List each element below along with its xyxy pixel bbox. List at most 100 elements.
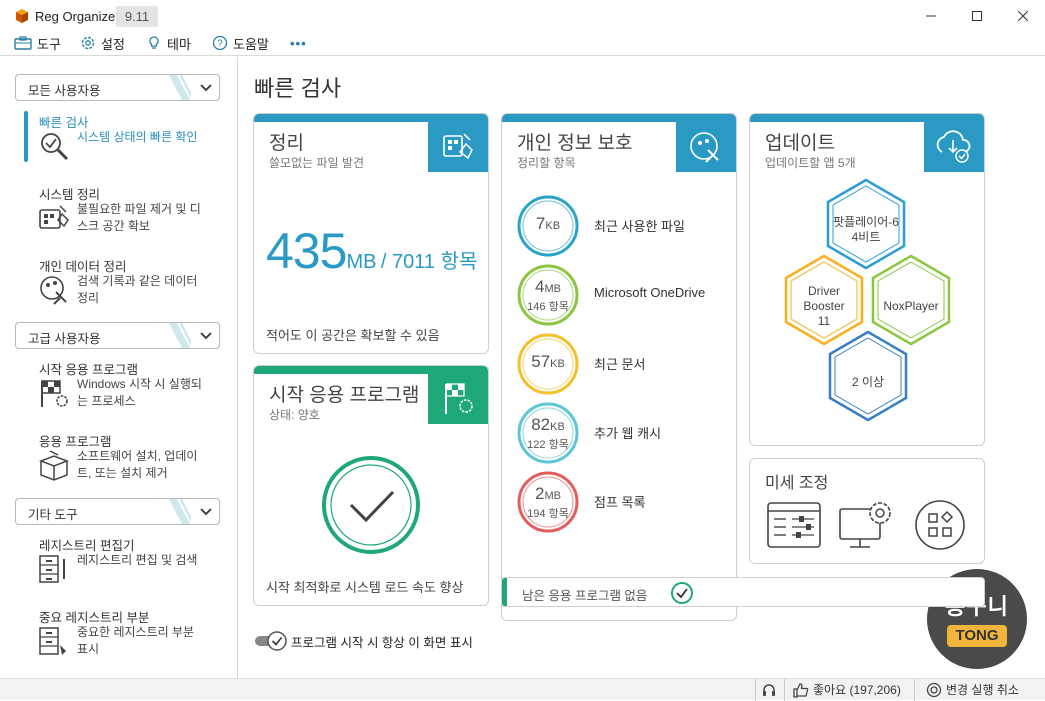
stripes-decoration — [169, 323, 191, 348]
sidebar-group-advanced[interactable]: 고급 사용자용 — [15, 322, 220, 349]
stripes-decoration — [169, 499, 191, 524]
sidebar-item-system-cleanup[interactable]: 시스템 정리 불필요한 파일 제거 및 디스크 공간 확보 — [24, 184, 224, 244]
remaining-apps-bar[interactable]: 남은 응용 프로그램 없음 — [501, 577, 985, 607]
cleanup-unit: MB — [346, 251, 377, 273]
sidebar-item-quick-scan[interactable]: 빠른 검사 시스템 상태의 빠른 확인 — [24, 112, 224, 172]
privacy-row[interactable]: 82KB 122 항목 추가 웹 캐시 — [516, 401, 736, 465]
menu-help-label: 도움말 — [233, 36, 269, 52]
size-number: 57 — [531, 352, 551, 371]
sidebar-item-private-data[interactable]: 개인 데이터 정리 검색 기록과 같은 데이터 정리 — [24, 256, 224, 316]
size-value: 2MB — [516, 484, 580, 504]
size-value: 7KB — [516, 214, 580, 234]
size-unit: MB — [544, 490, 561, 502]
updates-card[interactable]: 업데이트 업데이트할 앱 5개 팟플레이어-6 4비트 Driver Booster… — [749, 113, 985, 446]
privacy-row-label: 추가 웹 캐시 — [594, 426, 662, 441]
computer-gear-icon[interactable] — [838, 497, 898, 553]
chevron-down-icon — [200, 332, 212, 340]
minimize-button[interactable] — [908, 0, 954, 32]
menu-settings[interactable]: 설정 — [80, 32, 125, 54]
app-title: Reg Organizer — [35, 9, 120, 24]
box-uninstall-icon — [38, 449, 70, 481]
finetune-card[interactable]: 미세 조정 — [749, 458, 985, 564]
privacy-row[interactable]: 7KB 최근 사용한 파일 — [516, 194, 736, 258]
sidebar-item-desc: 검색 기록과 같은 데이터 정리 — [77, 274, 198, 305]
cleanup-card[interactable]: 정리 쓸모없는 파일 발견 435MB / 7011 항목 적어도 이 공간은 … — [253, 113, 489, 354]
item-count: 122 항목 — [527, 439, 569, 451]
main-panel: 빠른 검사 정리 쓸모없는 파일 발견 435MB / 7011 항목 적어도 … — [239, 57, 1045, 678]
item-count: 146 항목 — [527, 301, 569, 313]
sidebar-item-desc: 시스템 상태의 빠른 확인 — [77, 130, 198, 144]
undo-changes-button[interactable]: 변경 실행 취소 — [926, 681, 1019, 698]
more-menu-button[interactable]: ••• — [290, 32, 307, 54]
disk-broom-badge-icon — [428, 122, 488, 172]
chevron-down-icon — [200, 84, 212, 92]
menu-theme-label: 테마 — [167, 36, 191, 52]
menu-help[interactable]: ? 도움말 — [212, 32, 269, 54]
maximize-button[interactable] — [954, 0, 1000, 32]
card-title: 시작 응용 프로그램 — [269, 385, 420, 406]
card-title: 정리 — [269, 133, 304, 154]
privacy-row[interactable]: 2MB 194 항목 점프 목록 — [516, 470, 736, 534]
card-subtitle: 상태: 양호 — [269, 408, 320, 422]
card-accent-bar — [254, 114, 488, 122]
hex-app-label: 팟플레이어-6 4비트 — [816, 215, 916, 245]
card-accent-bar — [502, 114, 736, 122]
stripes-decoration — [169, 75, 191, 100]
hex-app-label: NoxPlayer — [871, 299, 951, 314]
title-bar: Reg Organizer 9.11 — [0, 0, 1045, 32]
registry-pin-icon — [38, 625, 70, 657]
menu-tools[interactable]: 도구 — [14, 32, 61, 54]
hex-app-line: 2 이상 — [851, 375, 885, 389]
like-button[interactable]: 좋아요 (197,206) — [793, 681, 901, 698]
privacy-row[interactable]: 4MB 146 항목 Microsoft OneDrive — [516, 263, 736, 327]
sidebar: 모든 사용자용 빠른 검사 시스템 상태의 빠른 확인 시스템 정리 불필요한 … — [0, 57, 238, 678]
sidebar-item-desc: 중요한 레지스트리 부분 표시 — [77, 625, 195, 656]
hex-app-line: 11 — [817, 314, 831, 328]
card-subtitle: 업데이트할 앱 5개 — [765, 156, 856, 170]
item-count: 194 항목 — [527, 508, 569, 520]
sidebar-item-important-registry[interactable]: 중요 레지스트리 부분 중요한 레지스트리 부분 표시 — [24, 607, 224, 667]
watermark-badge: TONG — [947, 625, 1007, 647]
size-unit: MB — [544, 283, 561, 295]
check-circle-icon — [670, 581, 694, 605]
size-ring: 57KB — [516, 332, 580, 396]
remaining-apps-label: 남은 응용 프로그램 없음 — [522, 589, 648, 603]
sidebar-item-desc: 소프트웨어 설치, 업데이트, 또는 설치 제거 — [77, 449, 198, 480]
size-ring: 7KB — [516, 194, 580, 258]
size-ring: 2MB 194 항목 — [516, 470, 580, 534]
sidebar-group-all-users[interactable]: 모든 사용자용 — [15, 74, 220, 101]
bulb-icon — [146, 35, 167, 51]
card-title: 미세 조정 — [765, 475, 829, 492]
menu-tools-label: 도구 — [37, 36, 61, 52]
size-unit: KB — [545, 220, 561, 232]
card-accent-bar — [750, 114, 984, 122]
apps-grid-icon[interactable] — [914, 499, 966, 551]
startup-card[interactable]: 시작 응용 프로그램 상태: 양호 시작 최적화로 시스템 로드 속도 향상 — [253, 365, 489, 606]
sidebar-item-applications[interactable]: 응용 프로그램 소프트웨어 설치, 업데이트, 또는 설치 제거 — [24, 431, 224, 491]
close-button[interactable] — [1000, 0, 1045, 32]
status-bar: 좋아요 (197,206) 변경 실행 취소 — [0, 678, 1045, 701]
sidebar-item-startup-apps[interactable]: 시작 응용 프로그램 Windows 시작 시 실행되는 프로세스 — [24, 359, 224, 419]
card-subtitle: 정리할 항목 — [517, 156, 576, 170]
privacy-broom-badge-icon — [676, 122, 736, 172]
show-on-start-toggle[interactable] — [254, 631, 288, 651]
hex-app-line: NoxPlayer — [883, 299, 939, 313]
undo-label: 변경 실행 취소 — [946, 683, 1019, 697]
privacy-card[interactable]: 개인 정보 보호 정리할 항목 7KB 최근 사용한 파일 4MB 146 항목 Mic… — [501, 113, 737, 621]
card-accent-bar — [254, 366, 488, 374]
cloud-update-badge-icon — [924, 122, 984, 172]
settings-panel-icon[interactable] — [766, 499, 822, 551]
size-value: 4MB — [516, 277, 580, 297]
sidebar-group-other-tools[interactable]: 기타 도구 — [15, 498, 220, 525]
hex-app-label: Driver Booster 11 — [784, 284, 864, 329]
privacy-row-label: Microsoft OneDrive — [594, 285, 706, 300]
status-divider — [914, 679, 915, 701]
sidebar-group-label: 고급 사용자용 — [28, 332, 101, 346]
menu-theme[interactable]: 테마 — [146, 32, 191, 54]
status-ok-check-icon — [321, 455, 421, 555]
sidebar-item-registry-editor[interactable]: 레지스트리 편집기 레지스트리 편집 및 검색 — [24, 535, 224, 595]
sidebar-group-label: 기타 도구 — [28, 508, 78, 522]
hex-app-label: 2 이상 — [828, 375, 908, 390]
headset-support-icon[interactable] — [761, 682, 777, 698]
privacy-row[interactable]: 57KB 최근 문서 — [516, 332, 736, 396]
